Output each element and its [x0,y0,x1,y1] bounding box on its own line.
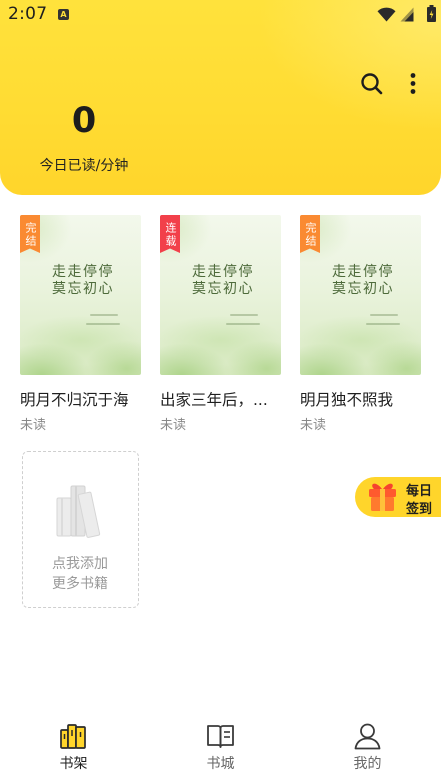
nav-item-bookstore[interactable]: 书城 [147,712,294,784]
cover-decoration [366,323,400,325]
battery-icon [427,5,436,22]
nav-item-profile[interactable]: 我的 [294,712,441,784]
nav-item-bookshelf[interactable]: 书架 [0,712,147,784]
bottom-nav: 书架 书城 我的 [0,712,441,784]
user-icon [354,723,381,750]
cover-text: 莫忘初心 [192,281,254,297]
nav-label: 我的 [353,756,382,772]
book-card[interactable]: 走走停停 莫忘初心 完结 明月独不照我 未读 [300,215,421,440]
book-cover: 走走停停 莫忘初心 连载 [160,215,281,375]
status-time: 2:07 [8,4,48,24]
book-cover: 走走停停 莫忘初心 完结 [20,215,141,375]
cover-decoration [86,323,120,325]
books-icon [56,485,101,538]
today-read-label: 今日已读/分钟 [39,158,129,174]
signal-icon [400,7,414,22]
status-badge: 完结 [20,215,40,253]
status-badge: 完结 [300,215,320,253]
signin-label: 签到 [406,502,433,517]
daily-signin-button[interactable]: 每日 签到 [355,477,441,517]
cover-decoration [230,314,258,316]
today-read-minutes: 0 [71,101,97,141]
header: 2:07 A 0 今日已读/分钟 [0,0,441,195]
add-book-text: 点我添加 [52,556,108,572]
status-badge: 连载 [160,215,180,253]
book-title: 明月不归沉于海 [20,391,129,409]
nav-label: 书架 [59,756,88,772]
book-title: 明月独不照我 [300,391,394,409]
book-card[interactable]: 走走停停 莫忘初心 完结 明月不归沉于海 未读 [20,215,141,440]
add-book-text: 更多书籍 [52,576,108,592]
bookshelf-icon [60,724,86,749]
more-vertical-icon[interactable] [408,72,418,95]
wifi-icon [377,7,396,22]
nav-label: 书城 [206,756,235,772]
cover-text: 莫忘初心 [52,281,114,297]
cover-decoration [370,314,398,316]
add-book-button[interactable]: 点我添加 更多书籍 [22,451,139,608]
book-open-icon [207,725,234,748]
book-cover: 走走停停 莫忘初心 完结 [300,215,421,375]
read-state: 未读 [300,418,327,433]
book-title: 出家三年后，... [160,391,268,409]
cover-text: 莫忘初心 [332,281,394,297]
cover-decoration [90,314,118,316]
search-icon[interactable] [360,72,383,95]
read-state: 未读 [160,418,187,433]
gift-icon [369,483,396,511]
signin-label: 每日 [406,484,433,499]
cover-decoration [226,323,260,325]
notification-icon: A [58,9,69,20]
book-card[interactable]: 走走停停 莫忘初心 连载 出家三年后，... 未读 [160,215,281,440]
read-state: 未读 [20,418,47,433]
